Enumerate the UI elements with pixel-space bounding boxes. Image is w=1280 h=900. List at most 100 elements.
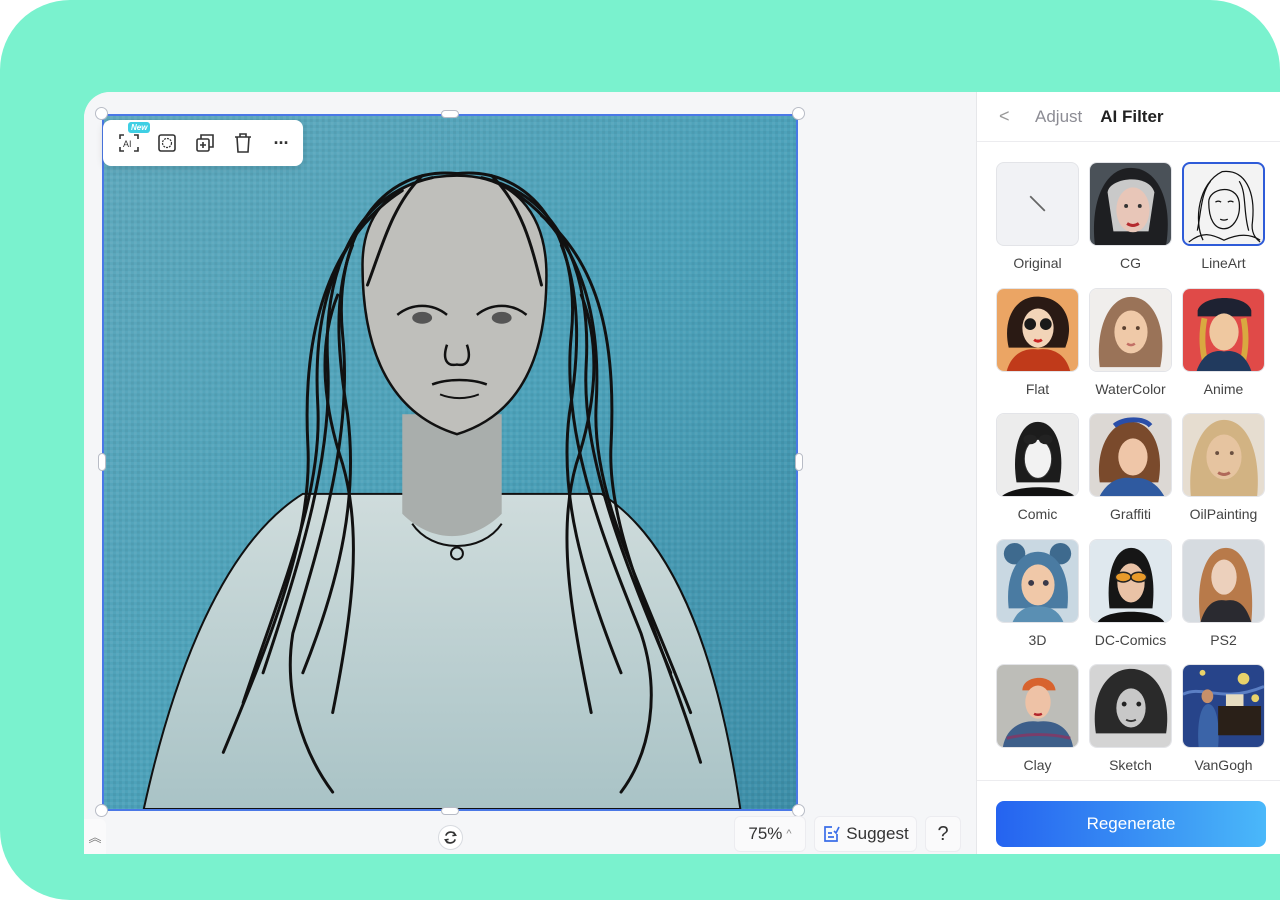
filter-label: LineArt xyxy=(1201,255,1246,271)
filter-thumbnail xyxy=(996,664,1079,748)
oilpainting-preview-image xyxy=(1183,414,1264,496)
rotate-button[interactable] xyxy=(438,825,463,850)
cutout-button[interactable] xyxy=(155,131,179,155)
sketch-preview-image xyxy=(1090,665,1171,747)
filter-thumbnail xyxy=(1182,287,1265,372)
delete-button[interactable] xyxy=(231,131,255,155)
filter-thumbnail xyxy=(1182,538,1265,623)
filter-label: CG xyxy=(1120,255,1141,271)
filter-original[interactable]: Original xyxy=(996,162,1079,288)
filter-label: PS2 xyxy=(1210,631,1237,648)
double-chevron-up-icon: ︽ xyxy=(88,830,102,845)
filter-thumbnail xyxy=(996,162,1079,246)
filter-3d[interactable]: 3D xyxy=(996,538,1079,665)
duplicate-button[interactable] xyxy=(193,131,217,155)
delete-icon xyxy=(235,133,251,153)
filter-panel: < Adjust AI Filter Original CG LineArt F… xyxy=(976,92,1280,854)
resize-handle-top[interactable] xyxy=(441,110,459,118)
regenerate-button[interactable]: Regenerate xyxy=(996,801,1266,847)
filter-label: Flat xyxy=(1025,380,1050,397)
filter-cg[interactable]: CG xyxy=(1089,162,1172,288)
resize-handle-right[interactable] xyxy=(795,453,803,471)
filter-watercolor[interactable]: WaterColor xyxy=(1089,287,1172,414)
filter-thumbnail xyxy=(996,538,1079,623)
clay-preview-image xyxy=(997,665,1078,747)
resize-handle-top-left[interactable] xyxy=(95,107,108,120)
filter-dc-comics[interactable]: DC-Comics xyxy=(1089,538,1172,665)
filter-flat[interactable]: Flat xyxy=(996,287,1079,414)
3d-preview-image xyxy=(997,539,1078,622)
tab-ai-filter[interactable]: AI Filter xyxy=(1100,107,1163,127)
tab-adjust[interactable]: Adjust xyxy=(1035,107,1082,127)
anime-preview-image xyxy=(1183,288,1264,371)
chevron-up-icon: ^ xyxy=(786,828,792,840)
new-badge: New xyxy=(128,122,151,133)
suggest-edit-icon xyxy=(824,826,841,842)
filter-thumbnail xyxy=(996,287,1079,372)
help-button[interactable]: ? xyxy=(925,816,961,852)
image-toolbar: AI New ··· xyxy=(103,120,303,166)
zoom-level-value: 75% xyxy=(748,824,783,843)
filter-clay[interactable]: Clay xyxy=(996,664,1079,790)
filter-thumbnail xyxy=(1089,287,1172,372)
more-icon: ··· xyxy=(273,132,290,153)
filter-label: OilPainting xyxy=(1189,506,1258,522)
filter-thumbnail xyxy=(1089,538,1172,623)
filter-thumbnail xyxy=(1089,664,1172,748)
filter-label: DC-Comics xyxy=(1094,631,1167,648)
zoom-level-dropdown[interactable]: 75% ^ xyxy=(734,816,806,852)
filter-label: VanGogh xyxy=(1194,757,1253,773)
canvas-bottom-bar: ︽ 75% ^ Suggest ? xyxy=(84,811,976,854)
cg-preview-image xyxy=(1090,163,1171,245)
panel-footer: Regenerate xyxy=(977,780,1280,854)
filter-label: 3D xyxy=(1028,631,1047,648)
ps2-preview-image xyxy=(1183,539,1264,622)
suggest-label: Suggest xyxy=(846,824,909,843)
dc-comics-preview-image xyxy=(1090,539,1171,622)
filter-label: Sketch xyxy=(1109,757,1152,773)
filter-thumbnail xyxy=(1182,664,1265,748)
filter-lineart[interactable]: LineArt xyxy=(1182,162,1265,288)
question-mark-icon: ? xyxy=(937,822,949,845)
ai-scan-icon: AI xyxy=(119,134,139,152)
suggest-button[interactable]: Suggest xyxy=(814,816,917,852)
filter-thumbnail-selected xyxy=(1182,162,1265,246)
filter-label: Graffiti xyxy=(1110,506,1151,522)
filter-label: WaterColor xyxy=(1095,380,1166,397)
filter-label: Comic xyxy=(1017,506,1058,522)
graffiti-preview-image xyxy=(1090,414,1171,496)
filter-oilpainting[interactable]: OilPainting xyxy=(1182,413,1265,539)
filter-grid: Original CG LineArt Flat WaterColor Anim… xyxy=(996,162,1268,790)
collapse-button[interactable]: ︽ xyxy=(84,819,106,854)
vangogh-preview-image xyxy=(1183,665,1264,747)
filter-label: Clay xyxy=(1023,757,1052,773)
resize-handle-left[interactable] xyxy=(98,453,106,471)
more-button[interactable]: ··· xyxy=(269,131,293,155)
ai-tool-button[interactable]: AI New xyxy=(117,122,151,155)
filter-thumbnail xyxy=(1182,413,1265,497)
filter-label: Anime xyxy=(1203,380,1244,397)
filter-comic[interactable]: Comic xyxy=(996,413,1079,539)
lineart-portrait-image xyxy=(104,116,796,809)
comic-preview-image xyxy=(997,414,1078,496)
no-filter-icon xyxy=(1029,195,1046,212)
filter-label: Original xyxy=(1013,255,1062,271)
filter-vangogh[interactable]: VanGogh xyxy=(1182,664,1265,790)
filter-graffiti[interactable]: Graffiti xyxy=(1089,413,1172,539)
filter-ps2[interactable]: PS2 xyxy=(1182,538,1265,665)
filter-sketch[interactable]: Sketch xyxy=(1089,664,1172,790)
panel-header: < Adjust AI Filter xyxy=(977,92,1280,142)
lineart-preview-image xyxy=(1188,171,1261,243)
filter-thumbnail xyxy=(1089,413,1172,497)
resize-handle-top-right[interactable] xyxy=(792,107,805,120)
filter-thumbnail xyxy=(996,413,1079,497)
filter-anime[interactable]: Anime xyxy=(1182,287,1265,414)
duplicate-icon xyxy=(196,134,214,152)
refresh-icon xyxy=(444,831,457,844)
selected-image[interactable] xyxy=(102,114,798,811)
canvas-area: AI New ··· ︽ 75% ^ Suggest ? xyxy=(84,92,976,854)
ai-icon-text: AI xyxy=(123,139,132,149)
back-chevron-icon[interactable]: < xyxy=(999,106,1013,127)
watercolor-preview-image xyxy=(1090,288,1171,371)
filter-thumbnail xyxy=(1089,162,1172,246)
